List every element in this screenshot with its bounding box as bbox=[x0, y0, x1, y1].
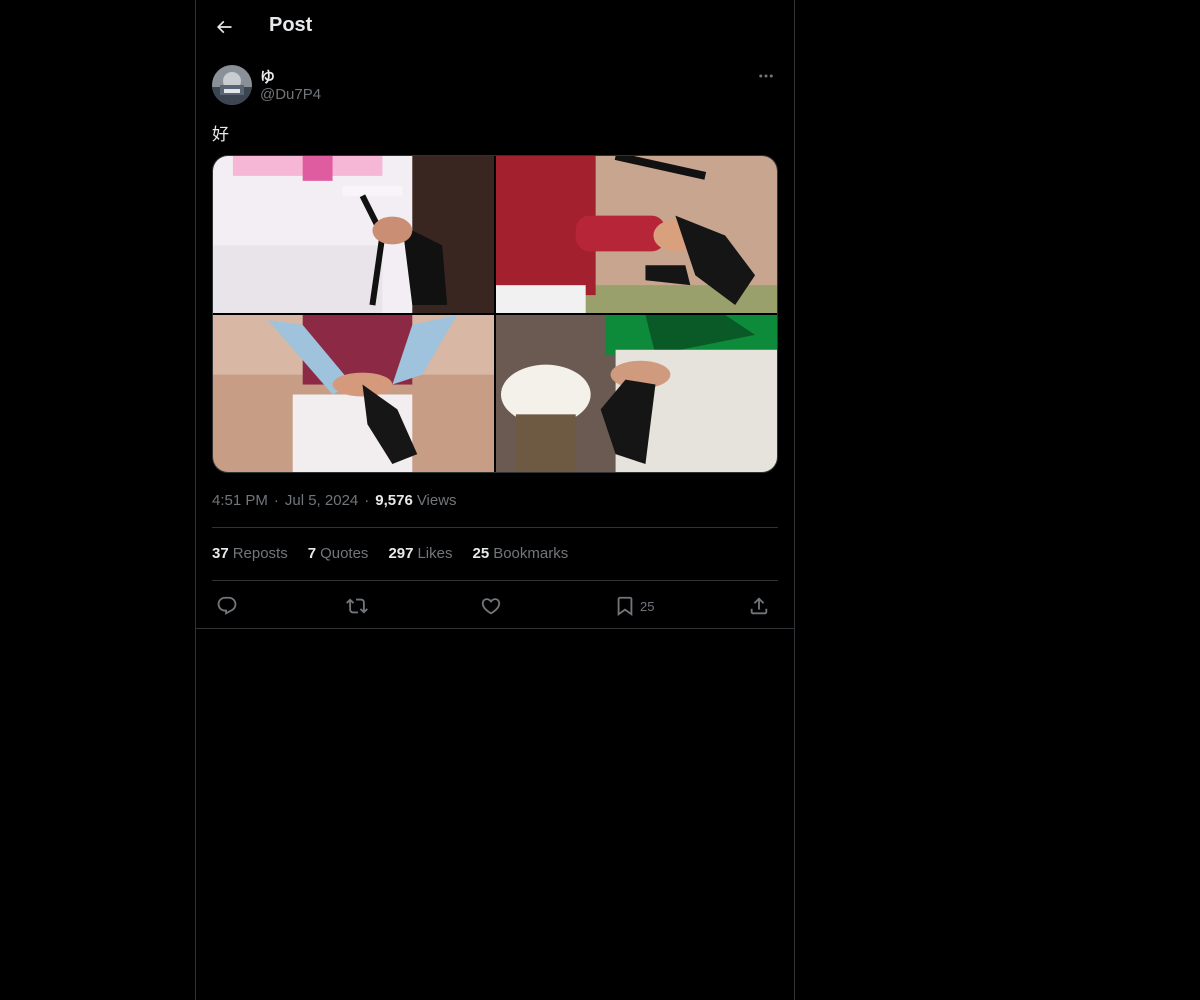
media-image-2[interactable] bbox=[496, 156, 777, 313]
reposts-stat[interactable]: 37 Reposts bbox=[212, 545, 288, 562]
views-count: 9,576 bbox=[375, 492, 413, 509]
quotes-stat[interactable]: 7 Quotes bbox=[308, 545, 369, 562]
likes-label: Likes bbox=[417, 545, 453, 562]
author-display-name[interactable]: ゆ bbox=[260, 66, 275, 87]
post-stats: 37 Reposts 7 Quotes 297 Likes 25 Bookmarks bbox=[212, 545, 588, 562]
avatar[interactable] bbox=[212, 65, 252, 105]
heart-icon bbox=[481, 598, 501, 615]
primary-column: Post ゆ @Du7P4 好 4:51 PM · Jul 5, 2024 · … bbox=[195, 0, 795, 1000]
likes-stat[interactable]: 297 Likes bbox=[388, 545, 452, 562]
like-button[interactable] bbox=[480, 590, 502, 622]
bookmark-button[interactable]: 25 bbox=[614, 590, 654, 622]
post-date[interactable]: Jul 5, 2024 bbox=[285, 492, 358, 509]
media-grid bbox=[212, 155, 778, 473]
back-button[interactable] bbox=[208, 11, 240, 43]
repost-icon bbox=[346, 598, 368, 614]
share-button[interactable] bbox=[748, 590, 770, 622]
meta-separator: · bbox=[273, 492, 279, 509]
post-actions: 25 bbox=[212, 590, 778, 622]
post-text: 好 bbox=[212, 125, 229, 144]
bookmark-icon bbox=[617, 596, 633, 617]
more-icon bbox=[759, 74, 773, 78]
post-header: Post bbox=[196, 0, 794, 54]
page-title: Post bbox=[269, 14, 313, 36]
reposts-count: 37 bbox=[212, 545, 229, 562]
post-meta: 4:51 PM · Jul 5, 2024 · 9,576 Views bbox=[212, 492, 457, 509]
quotes-label: Quotes bbox=[320, 545, 369, 562]
likes-count: 297 bbox=[388, 545, 414, 562]
reply-icon bbox=[217, 596, 237, 615]
divider bbox=[212, 527, 778, 528]
reply-button[interactable] bbox=[216, 590, 238, 622]
share-icon bbox=[750, 597, 768, 615]
bookmarks-label: Bookmarks bbox=[493, 545, 569, 562]
bookmarks-stat[interactable]: 25 Bookmarks bbox=[473, 545, 569, 562]
author-handle[interactable]: @Du7P4 bbox=[260, 86, 321, 103]
more-options-button[interactable] bbox=[754, 64, 778, 88]
media-image-1[interactable] bbox=[213, 156, 494, 313]
repost-button[interactable] bbox=[346, 590, 368, 622]
divider bbox=[212, 580, 778, 581]
media-image-3[interactable] bbox=[213, 315, 494, 472]
quotes-count: 7 bbox=[307, 545, 317, 562]
bookmarks-count: 25 bbox=[472, 545, 490, 562]
meta-separator: · bbox=[364, 492, 370, 509]
arrow-left-icon bbox=[216, 20, 232, 34]
views-label: Views bbox=[416, 492, 457, 509]
bookmark-count: 25 bbox=[640, 598, 655, 614]
post-time[interactable]: 4:51 PM bbox=[212, 492, 268, 509]
reposts-label: Reposts bbox=[232, 545, 288, 562]
post-author: ゆ @Du7P4 bbox=[212, 64, 778, 108]
media-image-4[interactable] bbox=[496, 315, 777, 472]
divider bbox=[196, 628, 794, 629]
